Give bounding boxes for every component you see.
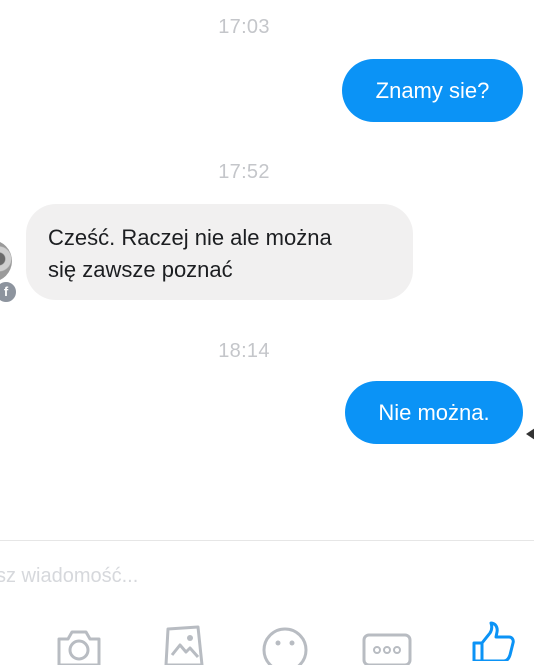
timestamp: 18:14 [218, 340, 270, 362]
message-text-line: się zawsze poznać [48, 257, 233, 282]
message-input[interactable]: sz wiadomość... [0, 565, 138, 588]
outgoing-message-bubble[interactable]: Nie można. [345, 381, 523, 444]
more-icon[interactable] [362, 625, 412, 665]
composer-divider [0, 540, 534, 541]
like-icon[interactable] [470, 621, 518, 661]
seen-indicator-icon [526, 428, 534, 440]
incoming-message-bubble[interactable]: Cześć. Raczej nie ale można się zawsze p… [26, 204, 413, 300]
timestamp: 17:03 [218, 16, 270, 38]
gallery-icon[interactable] [160, 625, 206, 665]
message-text: Znamy sie? [375, 77, 490, 103]
emoji-icon[interactable] [262, 625, 308, 665]
outgoing-message-bubble[interactable]: Znamy sie? [342, 59, 523, 122]
camera-icon[interactable] [55, 625, 103, 665]
timestamp: 17:52 [218, 161, 270, 183]
contact-avatar[interactable] [0, 240, 12, 282]
facebook-badge-icon: f [0, 280, 18, 304]
message-text-line: Cześć. Raczej nie ale można [48, 225, 332, 250]
message-text: Nie można. [378, 399, 490, 425]
